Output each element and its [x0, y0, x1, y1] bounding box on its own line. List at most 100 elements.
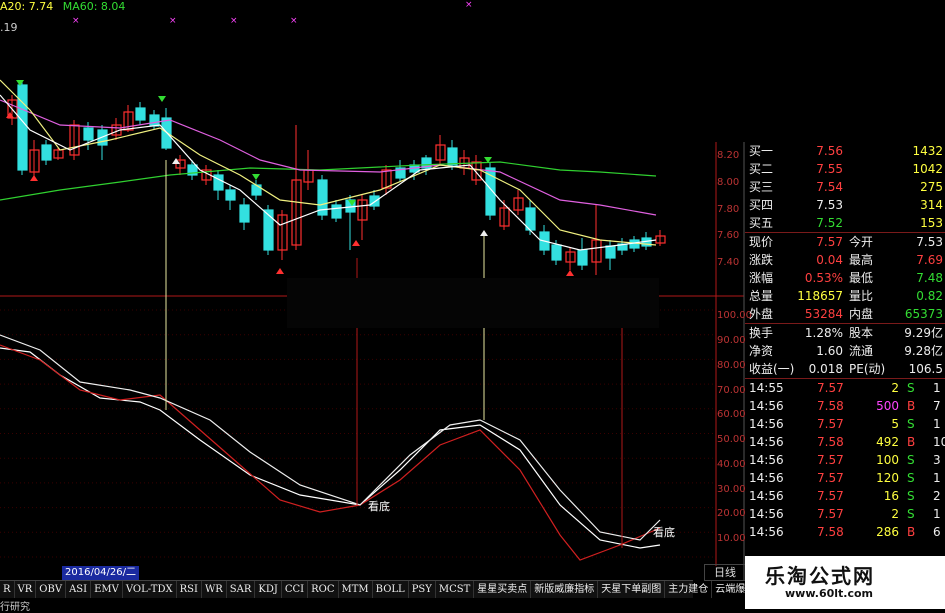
stat-label: 量比	[849, 289, 874, 303]
bottom-signal-label: 看底	[368, 500, 390, 513]
trade-time: 14:56	[749, 525, 784, 539]
quote-row: 外盘 53284 内盘 65373	[745, 305, 945, 323]
fund-label: 股本	[849, 326, 874, 340]
x-mark-icon: ×	[290, 16, 298, 26]
x-mark-icon: ×	[465, 0, 473, 10]
indicator-tab[interactable]: BOLL	[373, 581, 409, 598]
indicator-tab[interactable]: OBV	[36, 581, 67, 598]
redacted-box	[287, 278, 659, 328]
signal-arrow-icon	[252, 174, 260, 180]
indicator-tab[interactable]: ROC	[308, 581, 339, 598]
trade-side: S	[907, 507, 915, 521]
bid-level-label: 买三	[749, 180, 774, 194]
bid-price: 7.53	[816, 198, 843, 212]
candle-body	[239, 204, 250, 223]
indicator-tab[interactable]: WR	[202, 581, 227, 598]
fund-value: 106.5	[908, 362, 943, 376]
stat-value: 7.48	[916, 271, 943, 285]
price-tick: 7.40	[717, 257, 740, 268]
quote-row: 14:55 7.57 2 S 1	[745, 379, 945, 397]
trade-volume: 2	[891, 507, 899, 521]
x-mark-icon: ×	[230, 16, 238, 26]
redacted-area	[533, 0, 945, 142]
trade-side: S	[907, 381, 915, 395]
fund-label: 净资	[749, 344, 774, 358]
quote-row: 收益(一) 0.018 PE(动) 106.5	[745, 360, 945, 378]
sub-header: .19	[0, 21, 18, 34]
quote-row: 14:56 7.57 2 S 1	[745, 505, 945, 523]
candle-body	[149, 114, 160, 127]
stat-value: 53284	[804, 307, 843, 321]
indicator-tab[interactable]: MTM	[339, 581, 373, 598]
candle-body	[605, 245, 616, 259]
indicator-tab[interactable]: VR	[15, 581, 37, 598]
stat-label: 总量	[749, 289, 774, 303]
trade-price: 7.57	[817, 507, 844, 521]
indicator-tab[interactable]: EMV	[91, 581, 123, 598]
candle-body	[551, 244, 562, 261]
indicator-tab[interactable]: 新版威廉指标	[531, 581, 599, 598]
trade-side: B	[907, 525, 916, 539]
stat-label: 最高	[849, 253, 874, 267]
quote-row: 净资 1.60 流通 9.28亿	[745, 342, 945, 360]
trade-count: 3	[933, 453, 941, 467]
signal-arrow-icon	[158, 96, 166, 102]
trade-time: 14:55	[749, 381, 784, 395]
stat-label: 外盘	[749, 307, 774, 321]
indicator-tab[interactable]: SAR	[227, 581, 256, 598]
fund-label: 换手	[749, 326, 774, 340]
x-mark-icon: ×	[72, 16, 80, 26]
trade-volume: 2	[891, 381, 899, 395]
trade-count: 2	[933, 489, 941, 503]
bid-volume: 314	[920, 198, 943, 212]
indicator-tab[interactable]: 星星买卖点	[474, 581, 532, 598]
trade-price: 7.58	[817, 399, 844, 413]
trade-price: 7.57	[817, 489, 844, 503]
osc-tick: 50.00	[717, 434, 746, 445]
price-tick: 7.80	[717, 204, 740, 215]
quote-row: 14:56 7.57 16 S 2	[745, 487, 945, 505]
quote-row: 涨幅 0.53% 最低 7.48	[745, 269, 945, 287]
quote-row: 买三 7.54 275	[745, 178, 945, 196]
trade-side: B	[907, 399, 916, 413]
indicator-tab[interactable]: R	[0, 581, 15, 598]
watermark-title: 乐淘公式网	[765, 564, 875, 588]
indicator-tab[interactable]: 天星下单副图	[598, 581, 666, 598]
bottom-left-label: 行研究	[0, 602, 30, 613]
trade-count: 6	[933, 525, 941, 539]
trade-volume: 492	[876, 435, 899, 449]
stat-label: 涨跌	[749, 253, 774, 267]
trade-price: 7.57	[817, 417, 844, 431]
indicator-tab[interactable]: MCST	[436, 581, 475, 598]
stat-label: 今开	[849, 235, 874, 249]
watermark-url: www.60lt.com	[785, 587, 874, 600]
period-tab-daily[interactable]: 日线	[704, 564, 746, 581]
signal-arrow-icon	[566, 270, 574, 276]
indicator-tab[interactable]: ASI	[66, 581, 92, 598]
trade-volume: 100	[876, 453, 899, 467]
fund-value: 0.018	[808, 362, 843, 376]
indicator-tab[interactable]: KDJ	[255, 581, 282, 598]
osc-tick: 60.00	[717, 409, 746, 420]
osc-tick: 10.00	[717, 533, 746, 544]
indicator-tab[interactable]: 主力建仓	[665, 581, 713, 598]
trade-price: 7.57	[817, 453, 844, 467]
trade-price: 7.58	[817, 525, 844, 539]
bid-volume: 275	[920, 180, 943, 194]
trade-time: 14:56	[749, 471, 784, 485]
trade-side: S	[907, 489, 915, 503]
candle-body	[331, 204, 342, 219]
quote-panel: 买一 7.56 1432 买二 7.55 1042 买三 7.54 275 买四 7.53 314 买五…	[745, 142, 945, 541]
fund-label: PE(动)	[849, 362, 886, 376]
indicator-tab-bar: R VR OBV ASI EMV VOL-TDX RSI WR SAR KDJ CCI ROC MTM B…	[0, 580, 775, 598]
indicator-tab[interactable]: VOL-TDX	[123, 581, 177, 598]
indicator-tab[interactable]: CCI	[282, 581, 309, 598]
bid-volume: 153	[920, 216, 943, 230]
trade-count: 1	[933, 507, 941, 521]
trade-time: 14:56	[749, 453, 784, 467]
stat-value: 0.04	[816, 253, 843, 267]
indicator-tab[interactable]: PSY	[409, 581, 436, 598]
osc-tick: 40.00	[717, 459, 746, 470]
indicator-tab[interactable]: RSI	[177, 581, 202, 598]
fund-label: 流通	[849, 344, 874, 358]
